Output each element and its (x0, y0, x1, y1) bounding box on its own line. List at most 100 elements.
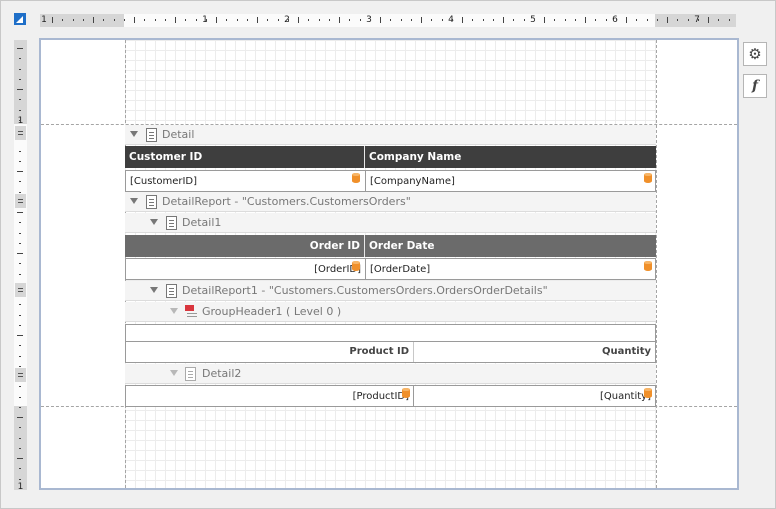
data-cell-product-id[interactable]: [ProductID] (126, 386, 414, 406)
ruler-tick (154, 19, 156, 21)
ruler-tick (431, 19, 433, 21)
band-label: Detail (162, 128, 195, 141)
data-binding-icon[interactable] (352, 173, 360, 183)
ruler-tick (595, 19, 597, 21)
band-detail[interactable]: Detail (125, 125, 656, 145)
data-cell-order-date[interactable]: [OrderDate] (366, 259, 655, 279)
band-icon (166, 216, 177, 230)
ruler-tick (19, 324, 21, 326)
customers-header-row[interactable]: Customer ID Company Name (125, 146, 656, 168)
collapse-caret-icon[interactable] (130, 131, 138, 137)
ruler-corner-icon[interactable] (14, 13, 26, 25)
data-binding-icon[interactable] (644, 173, 652, 183)
header-cell-order-id[interactable]: Order ID (125, 235, 365, 257)
data-binding-icon[interactable] (644, 261, 652, 271)
ruler-tick (17, 253, 23, 254)
band-resize-handle[interactable] (15, 368, 26, 382)
data-cell-company-name[interactable]: [CompanyName] (366, 171, 655, 191)
ruler-tick (72, 19, 74, 21)
ruler-tick (318, 19, 320, 21)
ruler-tick (123, 19, 125, 21)
ruler-tick (195, 19, 197, 21)
band-label: Detail1 (182, 216, 222, 229)
header-cell-quantity[interactable]: Quantity (414, 342, 655, 362)
data-cell-order-id[interactable]: [OrderID] (126, 259, 366, 279)
ruler-tick (19, 263, 21, 265)
data-binding-icon[interactable] (644, 388, 652, 398)
ruler-tick (349, 19, 351, 21)
ruler-tick (17, 89, 23, 90)
ruler-tick (164, 19, 166, 21)
ruler-tick (19, 222, 21, 224)
ruler-tick (339, 17, 340, 23)
ruler-tick (17, 171, 23, 172)
band-detail-report[interactable]: DetailReport - "Customers.CustomersOrder… (125, 192, 656, 212)
ruler-tick (19, 437, 21, 439)
ruler-tick (17, 335, 23, 336)
right-margin-guide (656, 40, 657, 488)
ruler-tick (19, 447, 21, 449)
ruler-tick (277, 19, 279, 21)
data-cell-quantity[interactable]: [Quantity] (414, 386, 655, 406)
ruler-tick (328, 19, 330, 21)
ruler-tick (574, 19, 576, 21)
band-icon (185, 367, 196, 381)
design-surface[interactable]: Detail Customer ID Company Name [Custome… (39, 38, 739, 490)
properties-button[interactable]: ⚙ (743, 42, 767, 66)
horizontal-ruler[interactable]: 1 1 2 3 4 5 6 7 (40, 14, 736, 27)
ruler-tick (19, 314, 21, 316)
ruler-tick (19, 345, 21, 347)
band-resize-handle[interactable] (15, 194, 26, 208)
band-detail1[interactable]: Detail1 (125, 213, 656, 233)
ruler-tick (472, 19, 474, 21)
collapse-caret-icon[interactable] (130, 198, 138, 204)
details-header-row[interactable]: Product ID Quantity (125, 341, 656, 363)
ruler-tick (287, 19, 289, 21)
top-margin-marker[interactable] (14, 40, 27, 124)
ruler-tick (19, 160, 21, 162)
orders-header-row[interactable]: Order ID Order Date (125, 235, 656, 257)
expressions-button[interactable]: f (743, 74, 767, 98)
collapse-caret-icon[interactable] (170, 370, 178, 376)
ruler-tick (462, 17, 463, 23)
ruler-tick (19, 365, 21, 367)
group-header-empty-row[interactable] (125, 324, 656, 342)
band-resize-handle[interactable] (15, 126, 26, 140)
vertical-ruler[interactable]: 1 1 (14, 40, 27, 492)
ruler-tick (19, 242, 21, 244)
collapse-caret-icon[interactable] (170, 308, 178, 314)
ruler-tick (677, 19, 679, 21)
ruler-tick (482, 19, 484, 21)
ruler-tick (19, 99, 21, 101)
orders-data-row[interactable]: [OrderID] [OrderDate] (125, 258, 656, 280)
ruler-tick (19, 355, 21, 357)
ruler-tick (554, 19, 556, 21)
ruler-tick (236, 19, 238, 21)
collapse-caret-icon[interactable] (150, 287, 158, 293)
data-binding-icon[interactable] (352, 261, 360, 271)
data-binding-icon[interactable] (402, 388, 410, 398)
ruler-tick (19, 181, 21, 183)
header-cell-customer-id[interactable]: Customer ID (125, 146, 365, 168)
band-label: DetailReport - "Customers.CustomersOrder… (162, 195, 411, 208)
header-cell-product-id[interactable]: Product ID (126, 342, 414, 362)
ruler-tick (585, 17, 586, 23)
band-detail2[interactable]: Detail2 (125, 364, 656, 384)
header-cell-company-name[interactable]: Company Name (365, 146, 656, 168)
customers-data-row[interactable]: [CustomerID] [CompanyName] (125, 170, 656, 192)
details-data-row[interactable]: [ProductID] [Quantity] (125, 385, 656, 407)
band-detail-report1[interactable]: DetailReport1 - "Customers.CustomersOrde… (125, 281, 656, 301)
ruler-tick (533, 19, 535, 21)
ruler-tick (19, 427, 21, 429)
band-group-header1[interactable]: GroupHeader1 ( Level 0 ) (125, 302, 656, 322)
ruler-tick (226, 19, 228, 21)
ruler-tick (93, 17, 94, 23)
band-resize-handle[interactable] (15, 283, 26, 297)
ruler-tick (708, 17, 709, 23)
ruler-tick (728, 19, 730, 21)
ruler-tick (19, 396, 21, 398)
collapse-caret-icon[interactable] (150, 219, 158, 225)
header-cell-order-date[interactable]: Order Date (365, 235, 656, 257)
data-cell-customer-id[interactable]: [CustomerID] (126, 171, 366, 191)
ruler-tick (19, 191, 21, 193)
